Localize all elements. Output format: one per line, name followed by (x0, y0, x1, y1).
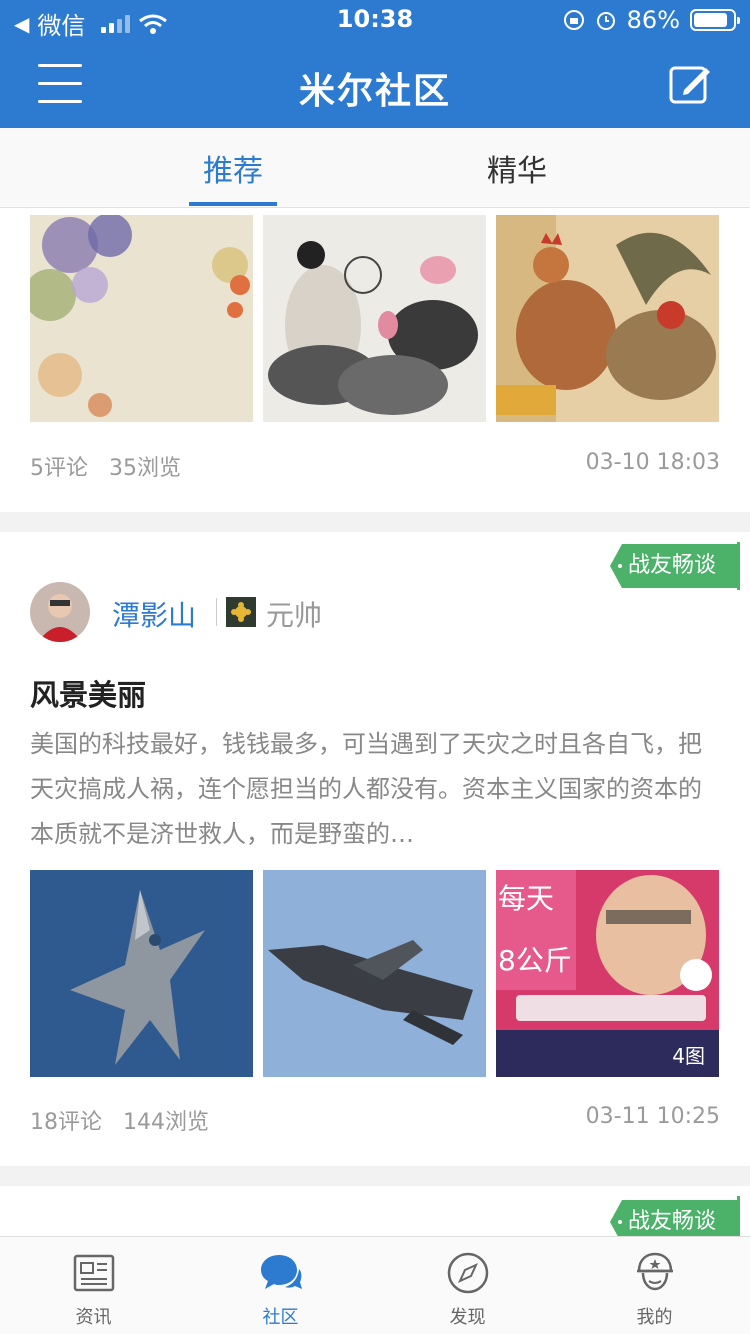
post-image-roosters[interactable] (496, 215, 719, 422)
rank-badge-icon (226, 597, 256, 627)
tab-featured[interactable]: 精华 (457, 146, 577, 190)
post-image-tv-screenshot[interactable]: 每天 8公斤 4图 (496, 870, 719, 1077)
category-tag-label: 战友畅谈 (628, 553, 717, 578)
post-card[interactable]: 战友畅谈 (0, 1186, 750, 1244)
nav-bar: 米尔社区 (0, 40, 750, 128)
tag-edge (737, 1196, 740, 1236)
battery-fill (694, 13, 727, 27)
post-title[interactable]: 风景美丽 (30, 672, 146, 714)
compass-icon (447, 1252, 488, 1294)
alarm-icon (596, 12, 615, 30)
status-bar: ◀ 微信 10:38 86% (0, 0, 750, 40)
comment-count: 18评论 (30, 1110, 102, 1135)
post-stats: 5评论 35浏览 (30, 450, 181, 482)
tab-news-label: 资讯 (75, 1307, 112, 1328)
username[interactable]: 潭影山 (112, 594, 196, 634)
post-image-jet-2[interactable] (263, 870, 486, 1077)
page-title: 米尔社区 (298, 71, 451, 112)
chat-bubbles-icon (260, 1255, 302, 1289)
news-icon (73, 1254, 114, 1292)
tab-discover[interactable]: 发现 (374, 1237, 561, 1334)
post-image-jet-1[interactable] (30, 870, 253, 1077)
battery-percent: 86% (626, 6, 680, 34)
bottom-tab-bar: 资讯 社区 发现 我的 (0, 1236, 750, 1334)
avatar[interactable] (30, 582, 90, 642)
tab-community-label: 社区 (262, 1307, 299, 1328)
battery-icon (690, 9, 740, 31)
tab-recommended[interactable]: 推荐 (173, 146, 293, 190)
tab-discover-label: 发现 (449, 1307, 486, 1328)
svg-text:8公斤: 8公斤 (498, 944, 572, 977)
post-time: 03-10 18:03 (585, 450, 720, 475)
soldier-icon (636, 1252, 673, 1291)
post-image-ink-painting[interactable] (263, 215, 486, 422)
category-tag-label: 战友畅谈 (628, 1209, 717, 1234)
tag-dot (618, 1220, 622, 1224)
active-tab-indicator (189, 202, 277, 206)
status-right: 86% (563, 6, 740, 34)
post-card[interactable]: 战友畅谈 潭影山 元帅 风景美丽 美国的科技最好，钱钱最多，可当遇到了天灾之时且… (0, 532, 750, 1166)
view-count: 35浏览 (108, 456, 181, 481)
tag-edge (737, 542, 740, 590)
divider (216, 598, 217, 626)
post-time: 03-11 10:25 (585, 1104, 720, 1129)
tab-me-label: 我的 (636, 1307, 673, 1328)
feed-tabs: 推荐 精华 (0, 128, 750, 208)
rank-label: 元帅 (266, 599, 323, 632)
post-image-row: 每天 8公斤 4图 (30, 870, 719, 1077)
compose-icon[interactable] (668, 62, 712, 106)
rotation-lock-icon (563, 10, 584, 30)
svg-text:每天: 每天 (498, 882, 554, 915)
post-excerpt[interactable]: 美国的科技最好，钱钱最多，可当遇到了天灾之时且各自飞，把天灾搞成人祸，连个愿担当… (30, 722, 720, 857)
post-image-row (30, 215, 719, 422)
post-stats: 18评论 144浏览 (30, 1104, 209, 1136)
post-card[interactable]: 5评论 35浏览 03-10 18:03 (0, 208, 750, 512)
tab-me[interactable]: 我的 (561, 1237, 748, 1334)
image-count: 4图 (672, 1044, 705, 1068)
category-tag[interactable]: 战友畅谈 (610, 544, 740, 588)
tab-news[interactable]: 资讯 (0, 1237, 187, 1334)
post-image-flowers[interactable] (30, 215, 253, 422)
comment-count: 5评论 (30, 456, 88, 481)
tab-community[interactable]: 社区 (187, 1237, 374, 1334)
view-count: 144浏览 (122, 1110, 209, 1135)
tag-dot (618, 564, 622, 568)
